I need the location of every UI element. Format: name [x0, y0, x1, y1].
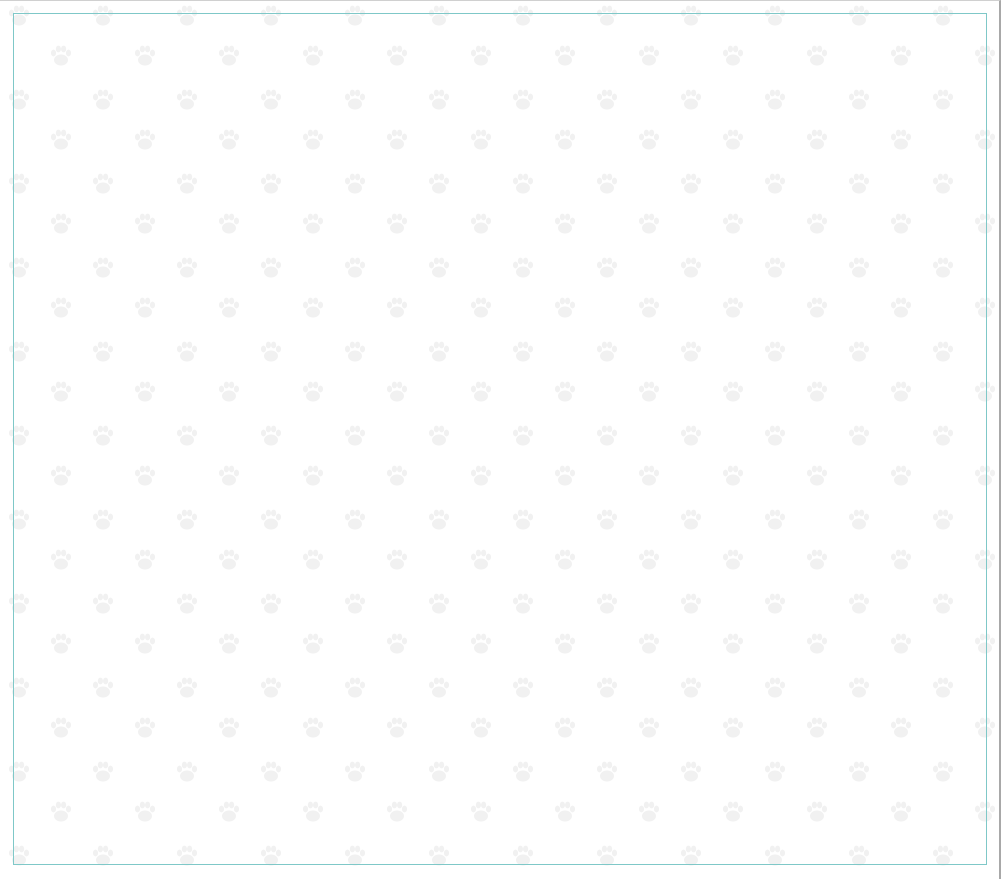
app-window: [0, 0, 1001, 879]
content-panel: [13, 13, 987, 865]
